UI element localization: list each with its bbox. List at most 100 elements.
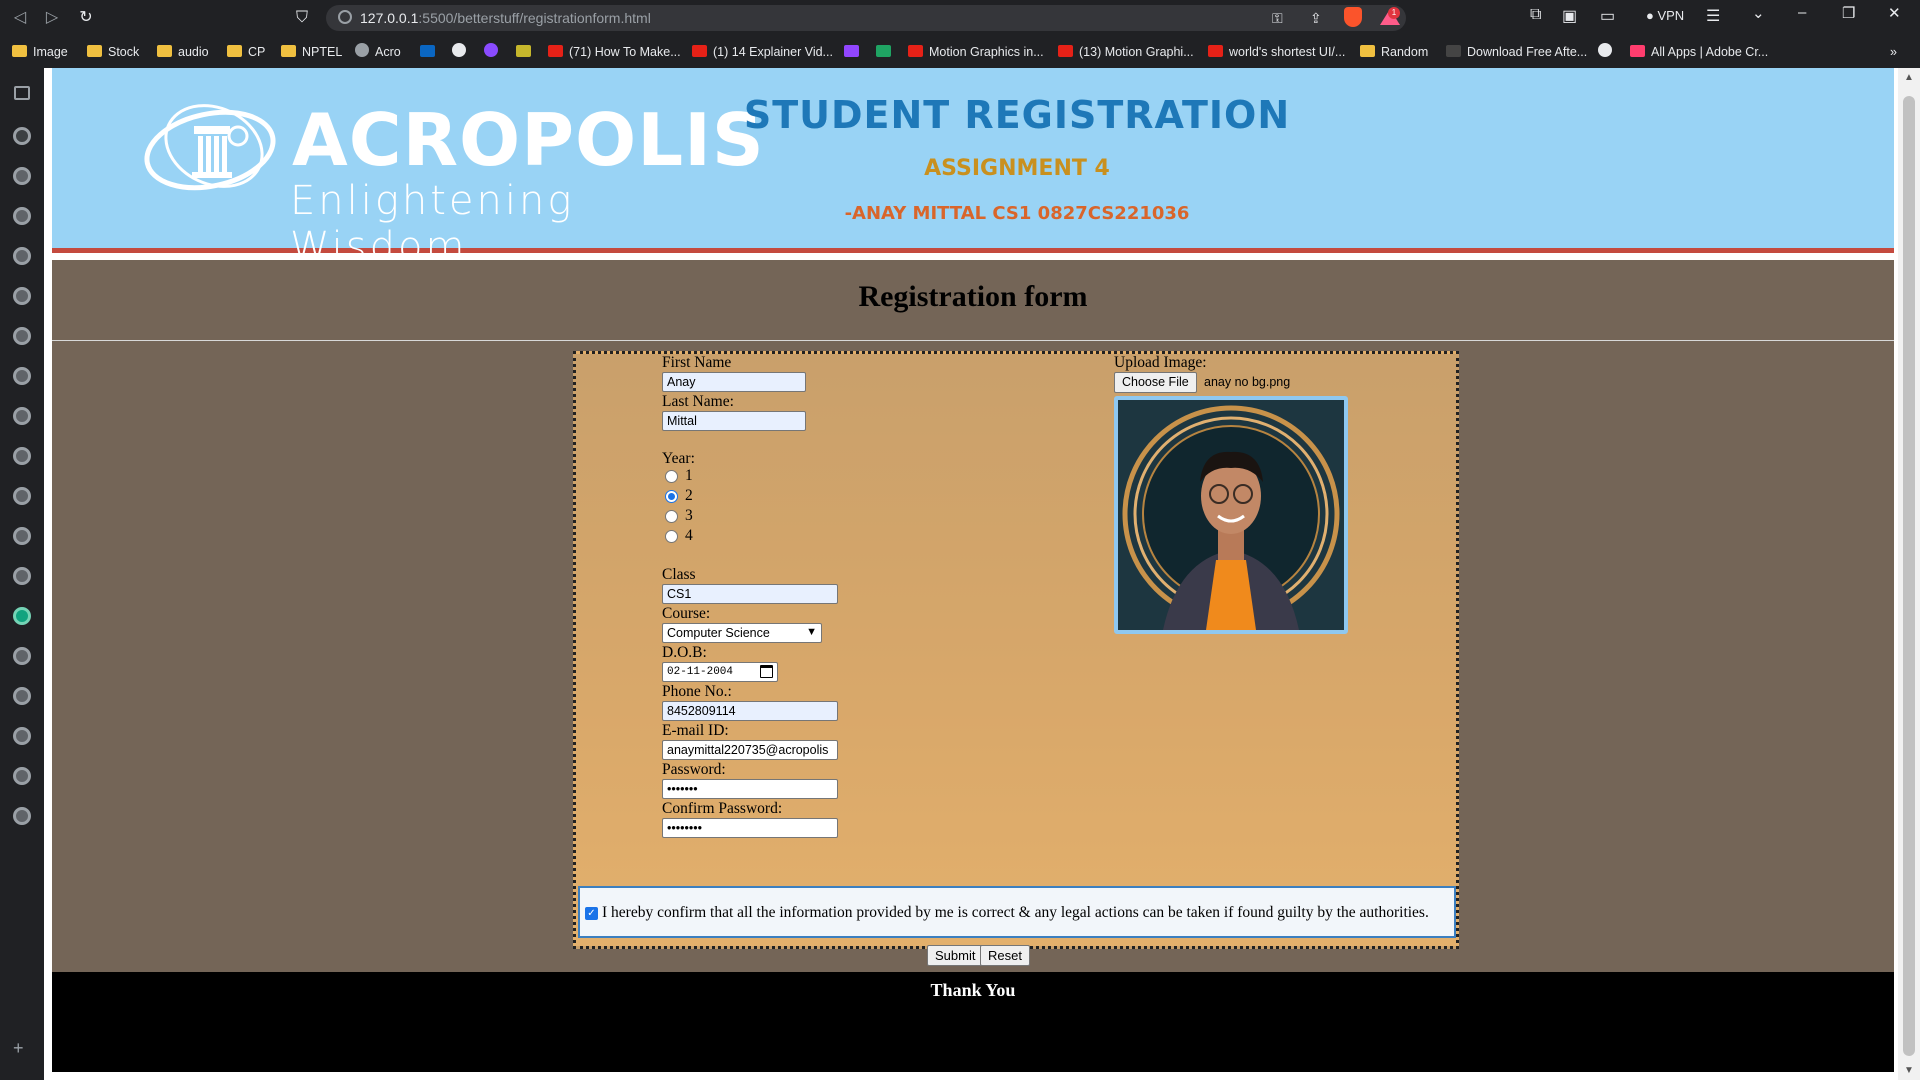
- year-radio-3[interactable]: [665, 510, 678, 523]
- bookmark-item[interactable]: Acro: [355, 42, 401, 62]
- add-sidebar-item-icon[interactable]: +: [13, 1038, 24, 1059]
- sidebar-web-icon[interactable]: [13, 687, 31, 705]
- site-info-icon[interactable]: [338, 10, 352, 24]
- tab-search-icon[interactable]: ⌄: [1752, 4, 1765, 22]
- submit-button[interactable]: Submit: [927, 945, 984, 966]
- scroll-up-icon[interactable]: ▲: [1904, 72, 1914, 83]
- bookmark-label: All Apps | Adobe Cr...: [1651, 45, 1769, 59]
- close-icon[interactable]: ✕: [1888, 4, 1901, 22]
- bookmark-item[interactable]: (71) How To Make...: [548, 42, 681, 62]
- bookmark-item[interactable]: NPTEL: [281, 42, 342, 62]
- sidebar-web-icon[interactable]: [13, 567, 31, 585]
- bookmark-item[interactable]: audio: [157, 42, 209, 62]
- sidebar-web-icon[interactable]: [13, 287, 31, 305]
- scrollbar-thumb[interactable]: [1903, 96, 1915, 1056]
- extension-bookmark-icon[interactable]: [484, 42, 504, 62]
- sidebar-web-icon[interactable]: [13, 527, 31, 545]
- sidebar-web-icon[interactable]: [13, 487, 31, 505]
- logo-tagline: Enlightening Wisdom: [290, 178, 575, 270]
- sidebar-toggle-icon[interactable]: ▣: [1562, 6, 1577, 26]
- chevron-down-icon: ▼: [806, 626, 817, 638]
- bookmark-item[interactable]: world's shortest UI/...: [1208, 42, 1345, 62]
- bookmark-item[interactable]: Stock: [87, 42, 139, 62]
- bookmark-icon[interactable]: ⛉: [288, 6, 316, 30]
- sidebar-web-icon[interactable]: [13, 127, 31, 145]
- address-bar[interactable]: 127.0.0.1:5500/betterstuff/registrationf…: [326, 5, 1406, 31]
- sidebar-panel-icon[interactable]: [14, 86, 30, 100]
- brave-shields-icon[interactable]: [1344, 7, 1362, 27]
- bookmark-item[interactable]: CP: [227, 42, 265, 62]
- bookmark-item[interactable]: Random: [1360, 42, 1428, 62]
- github-icon[interactable]: [452, 42, 472, 62]
- share-icon[interactable]: ⇪: [1310, 10, 1322, 27]
- sidebar-web-icon[interactable]: [13, 327, 31, 345]
- bookmark-label: Image: [33, 45, 68, 59]
- restore-icon[interactable]: ❐: [1842, 4, 1855, 22]
- bookmark-label: Stock: [108, 45, 140, 59]
- dob-input[interactable]: 02-11-2004: [662, 662, 778, 682]
- sidebar-web-icon[interactable]: [13, 207, 31, 225]
- course-select[interactable]: Computer Science ▼: [662, 623, 822, 643]
- minimize-icon[interactable]: –: [1798, 4, 1806, 21]
- sidebar-web-icon[interactable]: [13, 247, 31, 265]
- folder-icon: [87, 45, 102, 57]
- sidebar-web-icon[interactable]: [13, 647, 31, 665]
- bookmark-item[interactable]: (1) 14 Explainer Vid...: [692, 42, 833, 62]
- adobe-icon: [1630, 45, 1645, 57]
- confirm-password-input[interactable]: ••••••••: [662, 818, 838, 838]
- key-icon[interactable]: ⚿: [1272, 10, 1283, 27]
- bookmark-item[interactable]: Download Free Afte...: [1446, 42, 1587, 62]
- bookmark-item[interactable]: All Apps | Adobe Cr...: [1630, 42, 1768, 62]
- sidebar-web-icon[interactable]: [13, 727, 31, 745]
- youtube-icon: [1208, 45, 1223, 57]
- profile-bookmark-icon[interactable]: [1598, 42, 1618, 62]
- class-input[interactable]: CS1: [662, 584, 838, 604]
- year-radio-1[interactable]: [665, 470, 678, 483]
- more-bookmarks-icon[interactable]: »: [1890, 42, 1897, 62]
- sidebar-web-icon[interactable]: [13, 407, 31, 425]
- class-label: Class: [662, 566, 696, 583]
- phone-input[interactable]: 8452809114: [662, 701, 838, 721]
- bookmark-item[interactable]: (13) Motion Graphi...: [1058, 42, 1194, 62]
- first-name-input[interactable]: Anay: [662, 372, 806, 392]
- year-label: Year:: [662, 450, 695, 467]
- calendar-icon[interactable]: [760, 665, 773, 678]
- year-radio-2[interactable]: [665, 490, 678, 503]
- last-name-input[interactable]: Mittal: [662, 411, 806, 431]
- sidebar-web-icon[interactable]: [13, 807, 31, 825]
- year-option-label: 4: [685, 527, 693, 544]
- confirm-checkbox[interactable]: ✓: [585, 907, 598, 920]
- year-radio-4[interactable]: [665, 530, 678, 543]
- bookmark-item[interactable]: Image: [12, 42, 68, 62]
- sidebar-web-icon[interactable]: [13, 767, 31, 785]
- menu-icon[interactable]: ☰: [1706, 6, 1720, 26]
- password-input[interactable]: •••••••: [662, 779, 838, 799]
- reset-button[interactable]: Reset: [980, 945, 1030, 966]
- drive-icon[interactable]: [876, 42, 897, 62]
- sidebar-chatgpt-icon[interactable]: [13, 607, 31, 625]
- reload-icon[interactable]: ↻: [72, 6, 100, 30]
- youtube-icon: [908, 45, 923, 57]
- choose-file-button[interactable]: Choose File: [1114, 372, 1197, 393]
- form-heading: Registration form: [858, 280, 1088, 313]
- wallet-icon[interactable]: ▭: [1600, 6, 1615, 26]
- twitch-icon[interactable]: [844, 42, 865, 62]
- bookmark-item[interactable]: Motion Graphics in...: [908, 42, 1044, 62]
- linkedin-icon[interactable]: [420, 42, 441, 62]
- sidebar-web-icon[interactable]: [13, 367, 31, 385]
- forward-arrow-icon[interactable]: ▷: [38, 6, 66, 30]
- bookmark-label: (1) 14 Explainer Vid...: [713, 45, 833, 59]
- back-arrow-icon[interactable]: ◁: [6, 6, 34, 30]
- scroll-down-icon[interactable]: ▼: [1904, 1065, 1914, 1076]
- rewards-badge: 1: [1388, 7, 1400, 19]
- bookmark-label: world's shortest UI/...: [1229, 45, 1346, 59]
- sidebar-web-icon[interactable]: [13, 447, 31, 465]
- image-bookmark-icon[interactable]: [516, 42, 537, 62]
- last-name-label: Last Name:: [662, 393, 734, 410]
- vpn-button[interactable]: ● VPN: [1646, 8, 1684, 23]
- extensions-icon[interactable]: ⧉: [1530, 6, 1541, 24]
- email-input[interactable]: anaymittal220735@acropolis: [662, 740, 838, 760]
- sidebar-web-icon[interactable]: [13, 167, 31, 185]
- vpn-label: VPN: [1657, 8, 1685, 23]
- vertical-scrollbar[interactable]: ▲ ▼: [1898, 68, 1920, 1080]
